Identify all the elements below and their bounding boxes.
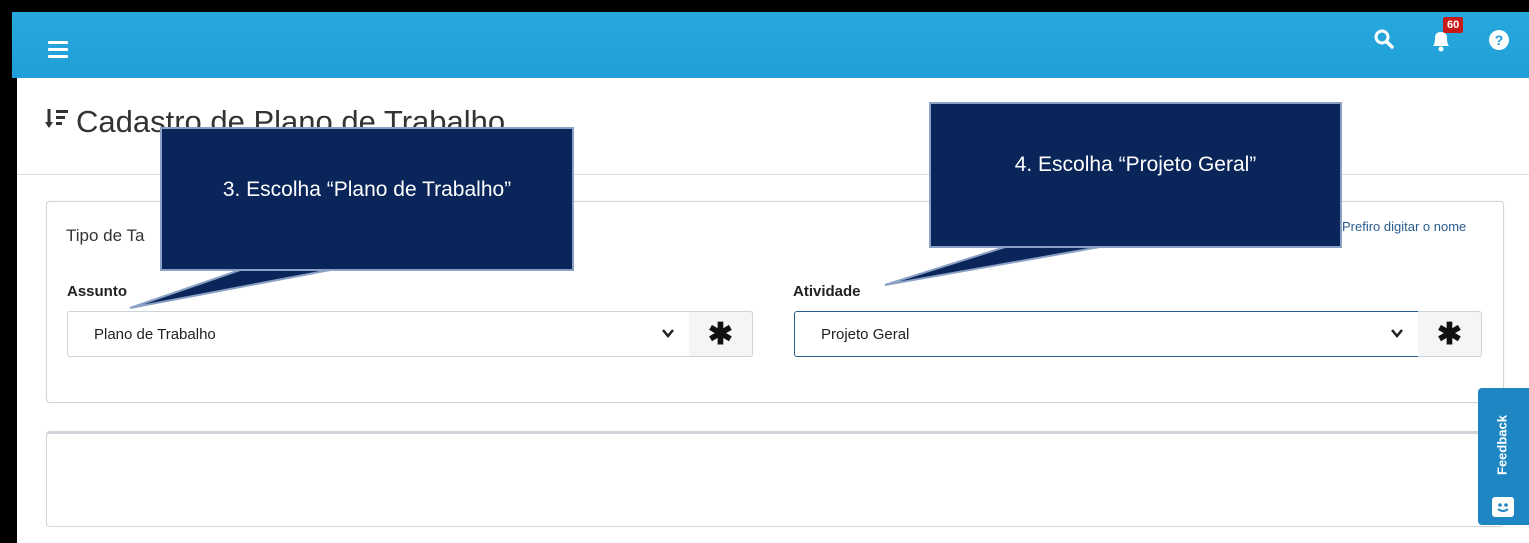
callout-step-3-text: 3. Escolha “Plano de Trabalho” [222,178,512,201]
svg-text:?: ? [1495,32,1504,48]
search-icon[interactable] [1373,28,1395,50]
tipo-label: Tipo de Ta [66,226,145,245]
sort-desc-icon [44,104,70,140]
callout-step-4: 4. Escolha “Projeto Geral” [929,102,1342,248]
atividade-required-button[interactable]: ✱ [1418,311,1482,357]
notification-badge: 60 [1443,17,1464,33]
assunto-label: Assunto [67,283,127,300]
menu-icon[interactable] [48,41,68,59]
help-icon[interactable]: ? [1488,29,1510,51]
top-bar [12,12,1529,78]
feedback-smiley-icon [1492,497,1514,517]
assunto-required-button[interactable]: ✱ [689,311,753,357]
second-panel [46,431,1504,527]
atividade-select[interactable]: Projeto Geral [794,311,1419,357]
chevron-down-icon [661,326,675,343]
assunto-select[interactable]: Plano de Trabalho [67,311,690,357]
chevron-down-icon [1390,326,1404,343]
assunto-value: Plano de Trabalho [94,325,216,343]
callout-step-3: 3. Escolha “Plano de Trabalho” [160,127,574,271]
atividade-value: Projeto Geral [821,325,910,343]
callout-step-4-text: 4. Escolha “Projeto Geral” [1014,153,1257,176]
atividade-label: Atividade [793,283,861,300]
prefiro-digitar-link[interactable]: Prefiro digitar o nome [1342,219,1466,234]
feedback-label: Feedback [1494,415,1510,475]
